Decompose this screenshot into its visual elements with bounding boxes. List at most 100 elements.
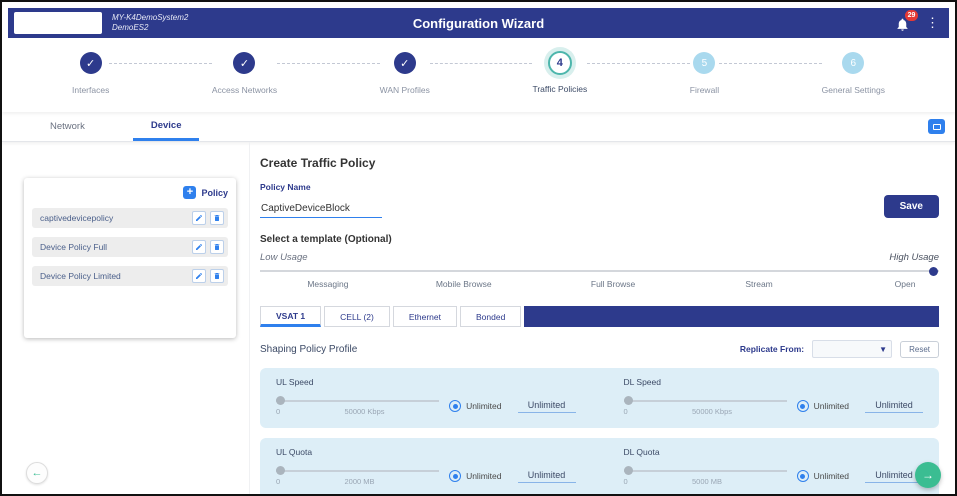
tab-bonded[interactable]: Bonded: [460, 306, 521, 327]
arrow-left-icon: ←: [32, 467, 43, 479]
step-label: General Settings: [822, 85, 885, 95]
replicate-from-select[interactable]: ▼: [812, 340, 892, 358]
policy-list-item[interactable]: Device Policy Full: [32, 237, 228, 257]
system-info: MY-K4DemoSystem2 DemoES2: [112, 13, 188, 33]
edit-icon[interactable]: [192, 269, 206, 283]
slider-thumb[interactable]: [276, 396, 285, 405]
ul-speed-slider[interactable]: 0 50000 Kbps: [276, 396, 439, 416]
policy-name-input[interactable]: [260, 200, 382, 218]
step-interfaces[interactable]: ✓ Interfaces: [72, 52, 109, 95]
ul-quota-slider[interactable]: 0 2000 MB: [276, 466, 439, 486]
system-name: MY-K4DemoSystem2: [112, 13, 188, 23]
slider-max-label: 50000 Kbps: [344, 407, 384, 416]
tab-network[interactable]: Network: [32, 112, 103, 141]
tab-cell[interactable]: CELL (2): [324, 306, 390, 327]
expand-icon[interactable]: [928, 119, 945, 134]
template-slider-track[interactable]: [260, 270, 939, 272]
dl-quota-unlimited-radio[interactable]: Unlimited: [797, 470, 849, 482]
slider-thumb[interactable]: [624, 396, 633, 405]
main-area: + Policy captivedevicepolicy Device Poli…: [2, 142, 955, 494]
tab-filler-bar: [524, 306, 939, 327]
template-slider[interactable]: [260, 266, 939, 276]
notifications-button[interactable]: 29: [894, 13, 914, 33]
step-label: Traffic Policies: [532, 84, 587, 94]
tab-vsat1[interactable]: VSAT 1: [260, 306, 321, 327]
shaping-title: Shaping Policy Profile: [260, 344, 357, 355]
next-button[interactable]: →: [915, 462, 941, 488]
quota-panel: UL Quota 0 2000 MB Unlimited: [260, 438, 939, 494]
policy-name-row: Save: [260, 195, 939, 218]
expand-icon-inner: [933, 124, 941, 130]
slider-min-label: 0: [276, 407, 280, 416]
ul-speed-value[interactable]: Unlimited: [518, 400, 576, 413]
step-number: 6: [842, 52, 864, 74]
tick-open[interactable]: Open: [895, 279, 916, 289]
delete-icon[interactable]: [210, 240, 224, 254]
delete-icon[interactable]: [210, 211, 224, 225]
high-usage-label: High Usage: [889, 252, 939, 263]
step-label: Access Networks: [212, 85, 277, 95]
step-connector: [109, 63, 212, 64]
tick-full-browse[interactable]: Full Browse: [591, 279, 635, 289]
slider-track[interactable]: [276, 400, 439, 402]
step-connector: [587, 63, 690, 64]
tick-messaging[interactable]: Messaging: [307, 279, 348, 289]
dl-speed-unlimited-radio[interactable]: Unlimited: [797, 400, 849, 412]
tick-mobile-browse[interactable]: Mobile Browse: [436, 279, 492, 289]
scope-tabbar: Network Device: [2, 112, 955, 142]
step-firewall[interactable]: 5 Firewall: [690, 52, 719, 95]
arrow-right-icon: →: [922, 468, 934, 482]
add-policy-button[interactable]: + Policy: [32, 186, 228, 199]
edit-icon[interactable]: [192, 240, 206, 254]
kebab-menu-icon[interactable]: ⋮: [926, 15, 939, 31]
template-slider-ticks: Messaging Mobile Browse Full Browse Stre…: [260, 279, 939, 292]
policy-list-item[interactable]: captivedevicepolicy: [32, 208, 228, 228]
dl-speed-slider[interactable]: 0 50000 Kbps: [624, 396, 787, 416]
radio-label: Unlimited: [814, 471, 849, 481]
ul-speed-unlimited-radio[interactable]: Unlimited: [449, 400, 501, 412]
notification-badge: 29: [905, 10, 918, 21]
slider-track[interactable]: [276, 470, 439, 472]
radio-label: Unlimited: [814, 401, 849, 411]
slider-max-label: 50000 Kbps: [692, 407, 732, 416]
dl-speed-label: DL Speed: [624, 377, 924, 387]
replicate-from-label: Replicate From:: [740, 344, 804, 354]
slider-thumb[interactable]: [276, 466, 285, 475]
ul-quota-unlimited-radio[interactable]: Unlimited: [449, 470, 501, 482]
reset-button[interactable]: Reset: [900, 341, 939, 358]
edit-icon[interactable]: [192, 211, 206, 225]
step-connector: [430, 63, 533, 64]
step-general-settings[interactable]: 6 General Settings: [822, 52, 885, 95]
app-window: MY-K4DemoSystem2 DemoES2 Configuration W…: [0, 0, 957, 496]
ul-quota-field: UL Quota 0 2000 MB Unlimited: [276, 447, 576, 486]
step-wan-profiles[interactable]: ✓ WAN Profiles: [380, 52, 430, 95]
create-policy-form: Create Traffic Policy Policy Name Save S…: [260, 142, 939, 494]
tick-stream[interactable]: Stream: [745, 279, 772, 289]
check-icon: ✓: [394, 52, 416, 74]
step-number: 5: [693, 52, 715, 74]
step-access-networks[interactable]: ✓ Access Networks: [212, 52, 277, 95]
slider-track[interactable]: [624, 470, 787, 472]
policy-list-item[interactable]: Device Policy Limited: [32, 266, 228, 286]
vertical-divider: [249, 142, 250, 494]
dl-quota-slider[interactable]: 0 5000 MB: [624, 466, 787, 486]
slider-track[interactable]: [624, 400, 787, 402]
dl-speed-value[interactable]: Unlimited: [865, 400, 923, 413]
radio-icon: [797, 470, 809, 482]
back-button[interactable]: ←: [26, 462, 48, 484]
ul-quota-value[interactable]: Unlimited: [518, 470, 576, 483]
slider-min-label: 0: [624, 407, 628, 416]
slider-thumb[interactable]: [624, 466, 633, 475]
tab-ethernet[interactable]: Ethernet: [393, 306, 457, 327]
add-policy-label: Policy: [201, 188, 228, 198]
ul-quota-label: UL Quota: [276, 447, 576, 457]
template-slider-thumb[interactable]: [929, 267, 938, 276]
check-icon: ✓: [233, 52, 255, 74]
step-number: 4: [548, 51, 572, 75]
delete-icon[interactable]: [210, 269, 224, 283]
step-traffic-policies[interactable]: 4 Traffic Policies: [532, 52, 587, 94]
chevron-down-icon: ▼: [879, 345, 887, 354]
tab-device[interactable]: Device: [133, 112, 200, 141]
save-button[interactable]: Save: [884, 195, 939, 218]
step-label: Firewall: [690, 85, 719, 95]
